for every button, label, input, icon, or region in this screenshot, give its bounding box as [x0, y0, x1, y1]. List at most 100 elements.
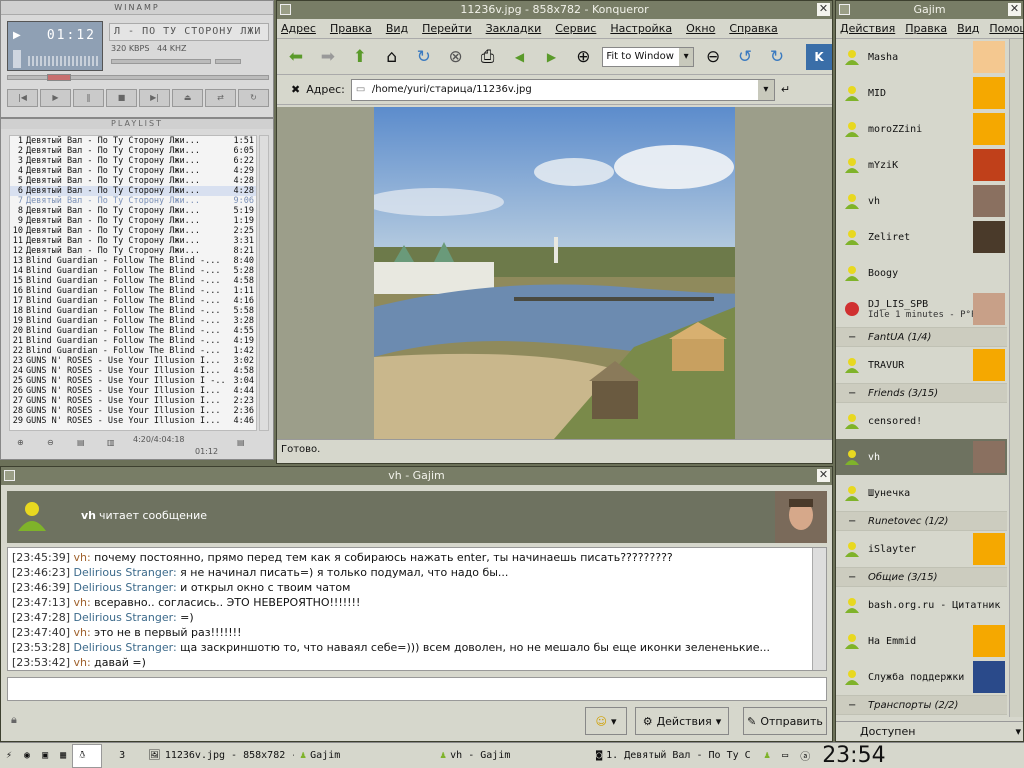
contact-group-header[interactable]: − Общие (3/15): [836, 567, 1007, 587]
playlist-item[interactable]: 17 Blind Guardian - Follow The Blind -...…: [10, 296, 256, 306]
kmenu-icon[interactable]: ⚡︎: [0, 744, 18, 768]
tray-gajim-icon[interactable]: ♟: [758, 744, 776, 768]
reload-icon[interactable]: ↻: [411, 44, 437, 70]
window-menu-icon[interactable]: [839, 4, 850, 15]
playlist-item[interactable]: 11 Девятый Вал - По Ту Сторону Лжи... 3:31: [10, 236, 256, 246]
window-menu-icon[interactable]: [4, 470, 15, 481]
encryption-icon[interactable]: 🔒︎: [11, 713, 17, 727]
playlist-item[interactable]: 15 Blind Guardian - Follow The Blind -...…: [10, 276, 256, 286]
task-gajim[interactable]: ♟ Gajim: [294, 744, 434, 768]
playlist-scrollbar[interactable]: [259, 135, 269, 431]
zoom-select[interactable]: Fit to Window: [602, 46, 695, 67]
playlist-item[interactable]: 16 Blind Guardian - Follow The Blind -...…: [10, 286, 256, 296]
contact-item[interactable]: vh: [836, 183, 1007, 219]
print-icon[interactable]: ⎙: [475, 44, 501, 70]
contact-item[interactable]: censored!: [836, 403, 1007, 439]
home-icon[interactable]: ⌂: [379, 44, 405, 70]
collapse-icon[interactable]: −: [848, 332, 858, 343]
desktop-pager[interactable]: ▦: [54, 744, 72, 768]
menu-item[interactable]: Окно: [686, 19, 715, 38]
close-icon[interactable]: ✕: [817, 469, 830, 482]
menu-item[interactable]: Помощь: [989, 19, 1024, 38]
contact-item[interactable]: Masha: [836, 39, 1007, 75]
menu-item[interactable]: Сервис: [555, 19, 596, 38]
misc-icon[interactable]: ▥: [107, 438, 115, 447]
zoom-out-icon[interactable]: ⊖: [700, 44, 726, 70]
contact-group-header[interactable]: − Транспорты (2/2): [836, 695, 1007, 715]
go-icon[interactable]: ↵: [781, 83, 790, 96]
contact-item[interactable]: Boogy: [836, 255, 1007, 291]
tray-app-icon[interactable]: ⓐ: [794, 744, 816, 768]
menu-item[interactable]: Вид: [386, 19, 408, 38]
playlist-item[interactable]: 22 Blind Guardian - Follow The Blind -...…: [10, 346, 256, 356]
playlist-item[interactable]: 9 Девятый Вал - По Ту Сторону Лжи... 1:19: [10, 216, 256, 226]
menu-item[interactable]: Вид: [957, 19, 979, 38]
playlist-item[interactable]: 14 Blind Guardian - Follow The Blind -...…: [10, 266, 256, 276]
rotate-left-icon[interactable]: ↺: [732, 44, 758, 70]
pause-button[interactable]: ‖: [73, 89, 104, 107]
send-button[interactable]: ✎ Отправить: [743, 707, 827, 735]
rotate-right-icon[interactable]: ↻: [764, 44, 790, 70]
add-icon[interactable]: ⊕: [17, 438, 24, 447]
menu-item[interactable]: Настройка: [610, 19, 672, 38]
playlist-item[interactable]: 12 Девятый Вал - По Ту Сторону Лжи... 8:21: [10, 246, 256, 256]
contact-item[interactable]: Zeliret: [836, 219, 1007, 255]
shuffle-button[interactable]: ⇄: [205, 89, 236, 107]
desktop-number[interactable]: 3: [102, 744, 142, 768]
contact-group-header[interactable]: − Runetovec (1/2): [836, 511, 1007, 531]
tux-icon[interactable]: 🐧︎: [72, 743, 103, 768]
task-konqueror[interactable]: 🖼︎11236v.jpg - 858x782 - Кон: [142, 744, 294, 768]
playlist-item[interactable]: 13 Blind Guardian - Follow The Blind -...…: [10, 256, 256, 266]
message-input[interactable]: [7, 677, 827, 701]
repeat-button[interactable]: ↻: [238, 89, 269, 107]
actions-button[interactable]: ⚙ Действия ▾: [635, 707, 729, 735]
next-button[interactable]: ▶|: [139, 89, 170, 107]
contact-item[interactable]: Шунечка: [836, 475, 1007, 511]
menu-item[interactable]: Справка: [729, 19, 777, 38]
playlist-item[interactable]: 19 Blind Guardian - Follow The Blind -...…: [10, 316, 256, 326]
contact-item[interactable]: icq.mytlt.ru: [836, 715, 1007, 717]
collapse-icon[interactable]: −: [848, 572, 858, 583]
menu-item[interactable]: Адрес: [281, 19, 316, 38]
contact-item[interactable]: moroZZini: [836, 111, 1007, 147]
tray-monitor-icon[interactable]: ▭: [776, 744, 794, 768]
contact-group-header[interactable]: − Friends (3/15): [836, 383, 1007, 403]
playlist-item[interactable]: 2 Девятый Вал - По Ту Сторону Лжи... 6:05: [10, 146, 256, 156]
roster-scrollbar[interactable]: [1009, 39, 1023, 717]
playlist-item[interactable]: 27 GUNS N' ROSES - Use Your Illusion I...…: [10, 396, 256, 406]
address-input[interactable]: /home/yuri/старица/11236v.jpg: [350, 78, 775, 101]
clock[interactable]: 23:54: [822, 743, 885, 768]
playlist-item[interactable]: 6 Девятый Вал - По Ту Сторону Лжи... 4:28: [10, 186, 256, 196]
window-menu-icon[interactable]: [280, 4, 291, 15]
close-icon[interactable]: ✕: [817, 3, 830, 16]
forward-icon[interactable]: ➡: [315, 44, 341, 70]
playlist-item[interactable]: 18 Blind Guardian - Follow The Blind -...…: [10, 306, 256, 316]
chat-scrollbar[interactable]: [812, 548, 826, 670]
playlist-list[interactable]: 1 Девятый Вал - По Ту Сторону Лжи... 1:51 2…: [9, 135, 257, 431]
close-icon[interactable]: ✕: [1008, 3, 1021, 16]
playlist-item[interactable]: 24 GUNS N' ROSES - Use Your Illusion I...…: [10, 366, 256, 376]
collapse-icon[interactable]: −: [848, 388, 858, 399]
seek-handle[interactable]: [47, 74, 71, 81]
stop-icon[interactable]: ⊗: [443, 44, 469, 70]
task-winamp[interactable]: ◙ 1. Девятый Вал - По Ту С: [590, 744, 758, 768]
menu-item[interactable]: Закладки: [486, 19, 542, 38]
contact-group-header[interactable]: − FantUA (1/4): [836, 327, 1007, 347]
contact-item[interactable]: DJ_LIS_SPB Idle 1 minutes - P°P»: [836, 291, 1007, 327]
browser-icon[interactable]: ◉: [18, 744, 36, 768]
contact-item[interactable]: bash.org.ru - Цитатник Р: [836, 587, 1007, 623]
playlist-item[interactable]: 8 Девятый Вал - По Ту Сторону Лжи... 5:19: [10, 206, 256, 216]
balance-slider[interactable]: [215, 59, 241, 64]
next-image-icon[interactable]: ▶: [539, 44, 565, 70]
select-icon[interactable]: ▤: [77, 438, 85, 447]
contact-item[interactable]: TRAVUR: [836, 347, 1007, 383]
back-icon[interactable]: ⬅: [283, 44, 309, 70]
clear-address-icon[interactable]: ✖: [291, 83, 300, 96]
contact-item[interactable]: Служба поддержки: [836, 659, 1007, 695]
collapse-icon[interactable]: −: [848, 700, 858, 711]
prev-button[interactable]: |◀: [7, 89, 38, 107]
volume-slider[interactable]: [111, 59, 211, 64]
task-chat[interactable]: ♟ vh - Gajim: [434, 744, 590, 768]
contact-item[interactable]: vh: [836, 439, 1007, 475]
playlist-item[interactable]: 3 Девятый Вал - По Ту Сторону Лжи... 6:22: [10, 156, 256, 166]
